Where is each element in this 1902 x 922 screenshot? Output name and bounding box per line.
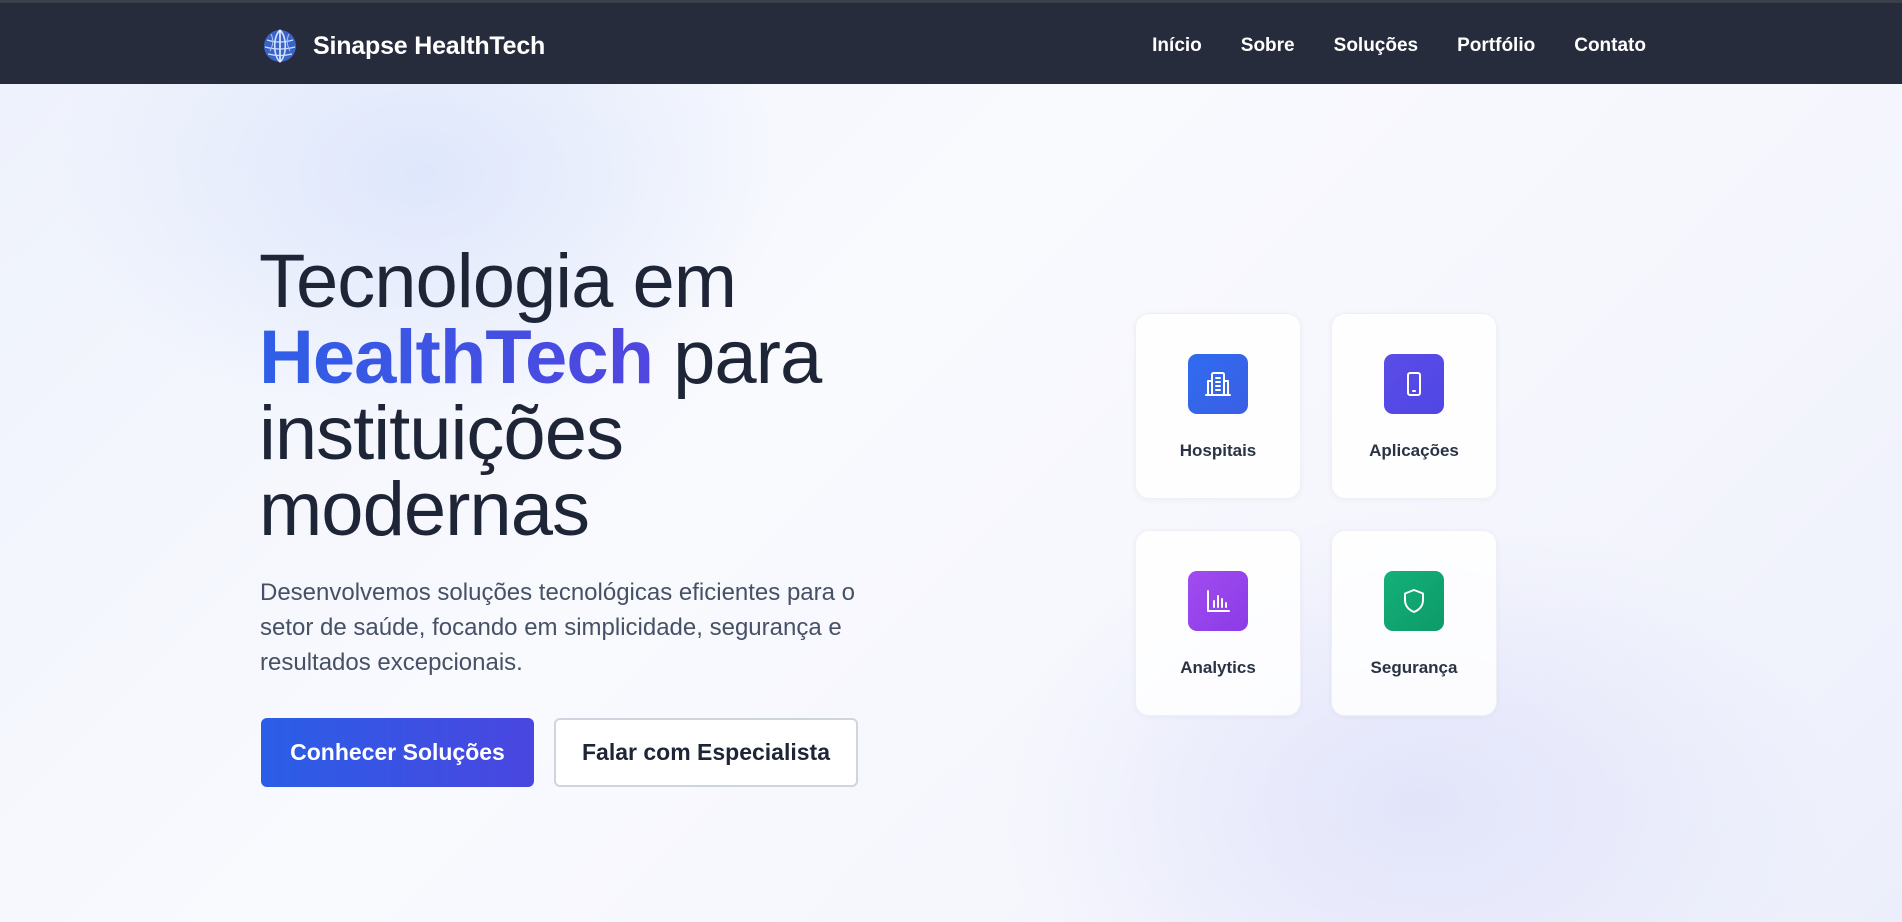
explore-solutions-button[interactable]: Conhecer Soluções — [261, 718, 534, 787]
card-label-aplicacoes: Aplicações — [1369, 441, 1459, 460]
card-aplicacoes[interactable]: Aplicações — [1331, 313, 1497, 499]
hero-title-after-highlight: para — [653, 315, 822, 400]
shield-icon — [1384, 571, 1444, 631]
brand-name: Sinapse HealthTech — [313, 31, 546, 60]
hero-title-line4: modernas — [259, 467, 590, 552]
hero-description: Desenvolvemos soluções tecnológicas efic… — [260, 579, 855, 676]
brain-globe-icon — [264, 29, 296, 63]
smartphone-icon — [1384, 354, 1444, 414]
hero-title-line1: Tecnologia em — [259, 239, 737, 324]
brand[interactable]: Sinapse HealthTech — [261, 28, 545, 64]
talk-to-specialist-button[interactable]: Falar com Especialista — [554, 718, 858, 787]
nav-link-portfolio[interactable]: Portfólio — [1457, 33, 1535, 59]
main-nav: Início Sobre Soluções Portfólio Contato — [1113, 33, 1646, 59]
card-analytics[interactable]: Analytics — [1135, 530, 1301, 716]
card-hospitais[interactable]: Hospitais — [1135, 313, 1301, 499]
nav-link-solucoes[interactable]: Soluções — [1334, 33, 1418, 59]
card-seguranca[interactable]: Segurança — [1331, 530, 1497, 716]
bar-chart-icon — [1188, 571, 1248, 631]
nav-link-inicio[interactable]: Início — [1152, 33, 1202, 59]
hospital-building-icon — [1188, 354, 1248, 414]
hero-title-highlight: HealthTech — [259, 315, 654, 400]
card-label-seguranca: Segurança — [1370, 658, 1458, 677]
card-label-hospitais: Hospitais — [1179, 441, 1257, 460]
nav-link-contato[interactable]: Contato — [1574, 33, 1646, 59]
hero-title: Tecnologia em HealthTech para instituiçõ… — [259, 244, 959, 548]
top-navbar: Sinapse HealthTech Início Sobre Soluções… — [0, 3, 1902, 84]
nav-link-sobre[interactable]: Sobre — [1241, 33, 1295, 59]
card-label-analytics: Analytics — [1180, 658, 1256, 677]
hero-title-line3: instituições — [259, 391, 624, 476]
